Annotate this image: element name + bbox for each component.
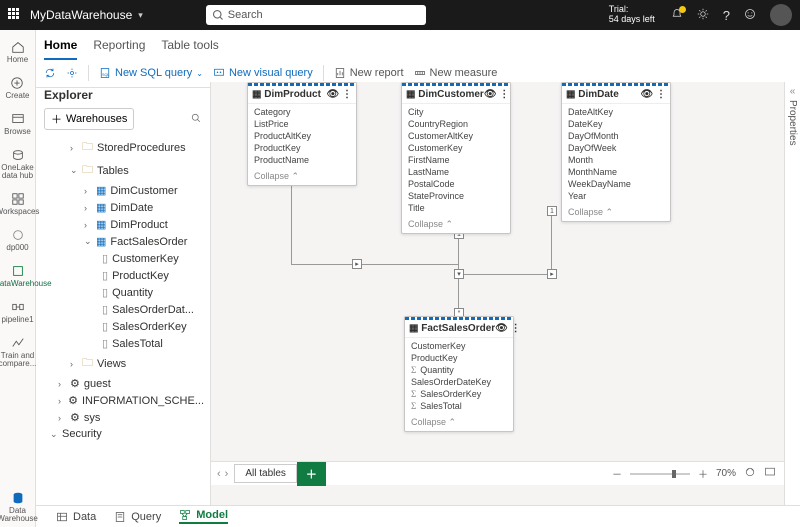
table-dimcustomer[interactable]: ›▦DimCustomer [40, 182, 206, 199]
collapse-button[interactable]: Collapse ⌃ [248, 168, 356, 185]
nav-train[interactable]: Train and compare... [0, 332, 36, 372]
refresh-button[interactable] [44, 67, 56, 79]
zoom-out[interactable]: － [612, 466, 622, 481]
add-warehouse-button[interactable]: ＋Warehouses [44, 108, 134, 130]
workspace-name[interactable]: MyDataWarehouse [30, 8, 132, 22]
zoom-in[interactable]: ＋ [698, 466, 708, 481]
more-icon[interactable]: ⋮ [499, 89, 509, 100]
tab-tabletools[interactable]: Table tools [161, 34, 218, 60]
nav-pipeline1[interactable]: pipeline1 [1, 296, 33, 328]
nav-home[interactable]: Home [7, 36, 28, 68]
search-placeholder: Search [228, 9, 263, 21]
eye-icon[interactable]: 👁 [641, 89, 654, 100]
eye-icon[interactable]: 👁 [495, 323, 508, 334]
table-factsalesorder[interactable]: ⌄▦FactSalesOrder [40, 233, 206, 250]
folder-tables[interactable]: ⌄🗀Tables [40, 159, 206, 182]
tab-all-tables[interactable]: All tables [234, 464, 297, 483]
zoom-slider[interactable] [630, 473, 690, 475]
view-switcher: Data Query Model [36, 505, 800, 527]
nav-datawarehouse-footer[interactable]: Data Warehouse [0, 487, 38, 527]
settings-icon[interactable] [697, 8, 709, 23]
view-data[interactable]: Data [56, 511, 96, 523]
schema-sys[interactable]: ›⚙sys [40, 409, 206, 426]
view-model[interactable]: Model [179, 509, 228, 524]
card-dimproduct[interactable]: ▦ DimProduct👁 ⋮ Category ListPrice Produ… [247, 82, 357, 186]
table-dimproduct[interactable]: ›▦DimProduct [40, 216, 206, 233]
card-factsalesorder[interactable]: ▦ FactSalesOrder👁 ⋮ CustomerKey ProductK… [404, 316, 514, 432]
eye-icon[interactable]: 👁 [484, 89, 497, 100]
settings-button[interactable] [66, 67, 78, 79]
new-sql-query-button[interactable]: SQLNew SQL query ⌄ [99, 67, 203, 79]
model-canvas[interactable]: 1 * 1 ▸ ▾ ▸ 1 ▦ DimProduct👁 ⋮ Category L… [211, 82, 800, 505]
fullscreen-icon[interactable] [764, 466, 776, 481]
more-icon[interactable]: ⋮ [656, 89, 666, 100]
more-icon[interactable]: ⋮ [511, 323, 521, 334]
column-salesorderdate[interactable]: ▯SalesOrderDat... [40, 301, 206, 318]
folder-storedprocs[interactable]: ›🗀StoredProcedures [40, 136, 206, 159]
avatar[interactable] [770, 4, 792, 26]
feedback-icon[interactable] [744, 8, 756, 23]
schema-guest[interactable]: ›⚙guest [40, 375, 206, 392]
canvas-tabs: ‹ › All tables ＋ － ＋ 70% [211, 461, 784, 485]
search-input[interactable]: Search [206, 5, 426, 25]
column-customerkey[interactable]: ▯CustomerKey [40, 250, 206, 267]
nav-dp000[interactable]: dp000 [6, 224, 28, 256]
tab-reporting[interactable]: Reporting [93, 34, 145, 60]
view-query[interactable]: Query [114, 511, 161, 523]
card-dimcustomer[interactable]: ▦ DimCustomer👁 ⋮ City CountryRegion Cust… [401, 82, 511, 234]
properties-rail[interactable]: « Properties [784, 82, 800, 505]
table-dimdate[interactable]: ›▦DimDate [40, 199, 206, 216]
column-salesorderkey[interactable]: ▯SalesOrderKey [40, 318, 206, 335]
nav-mydatawarehouse[interactable]: MyDataWarehouse [0, 260, 52, 292]
tab-next[interactable]: › [225, 468, 229, 480]
card-dimdate[interactable]: ▦ DimDate👁 ⋮ DateAltKey DateKey DayOfMon… [561, 82, 671, 222]
explorer-tree: ›🗀StoredProcedures ⌄🗀Tables ›▦DimCustome… [40, 136, 206, 499]
chevron-down-icon[interactable]: ▾ [138, 10, 143, 21]
column-quantity[interactable]: ▯Quantity [40, 284, 206, 301]
explorer-title: Explorer [40, 88, 206, 106]
nav-browse[interactable]: Browse [4, 108, 31, 140]
nav-workspaces[interactable]: Workspaces [0, 188, 39, 220]
collapse-button[interactable]: Collapse ⌃ [562, 204, 670, 221]
tab-prev[interactable]: ‹ [217, 468, 221, 480]
ribbon-tabs: Home Reporting Table tools [0, 30, 800, 61]
help-icon[interactable]: ? [723, 8, 730, 23]
app-launcher-icon[interactable] [8, 8, 22, 22]
column-salestotal[interactable]: ▯SalesTotal [40, 335, 206, 352]
explorer-panel: Explorer ＋Warehouses ›🗀StoredProcedures … [36, 82, 211, 505]
svg-text:SQL: SQL [102, 73, 110, 77]
nav-create[interactable]: Create [5, 72, 29, 104]
search-icon [212, 9, 224, 21]
column-productkey[interactable]: ▯ProductKey [40, 267, 206, 284]
folder-security[interactable]: ⌄Security [40, 426, 206, 442]
new-report-button[interactable]: New report [334, 67, 404, 79]
nav-onelake[interactable]: OneLake data hub [0, 144, 35, 184]
collapse-button[interactable]: Collapse ⌃ [402, 216, 510, 233]
new-visual-query-button[interactable]: New visual query [213, 67, 313, 79]
schema-infoschema[interactable]: ›⚙INFORMATION_SCHE... [40, 392, 206, 409]
new-measure-button[interactable]: New measure [414, 67, 498, 79]
tab-home[interactable]: Home [44, 34, 77, 60]
collapse-button[interactable]: Collapse ⌃ [405, 414, 513, 431]
zoom-value: 70% [716, 468, 736, 479]
folder-views[interactable]: ›🗀Views [40, 352, 206, 375]
more-icon[interactable]: ⋮ [342, 89, 352, 100]
eye-icon[interactable]: 👁 [327, 89, 340, 100]
fit-to-page-icon[interactable] [744, 466, 756, 481]
trial-status: Trial: 54 days left [609, 5, 655, 25]
notifications-icon[interactable] [671, 8, 683, 23]
left-nav: Home Create Browse OneLake data hub Work… [0, 30, 36, 527]
add-tab-button[interactable]: ＋ [297, 462, 326, 486]
search-explorer-icon[interactable] [190, 112, 202, 127]
